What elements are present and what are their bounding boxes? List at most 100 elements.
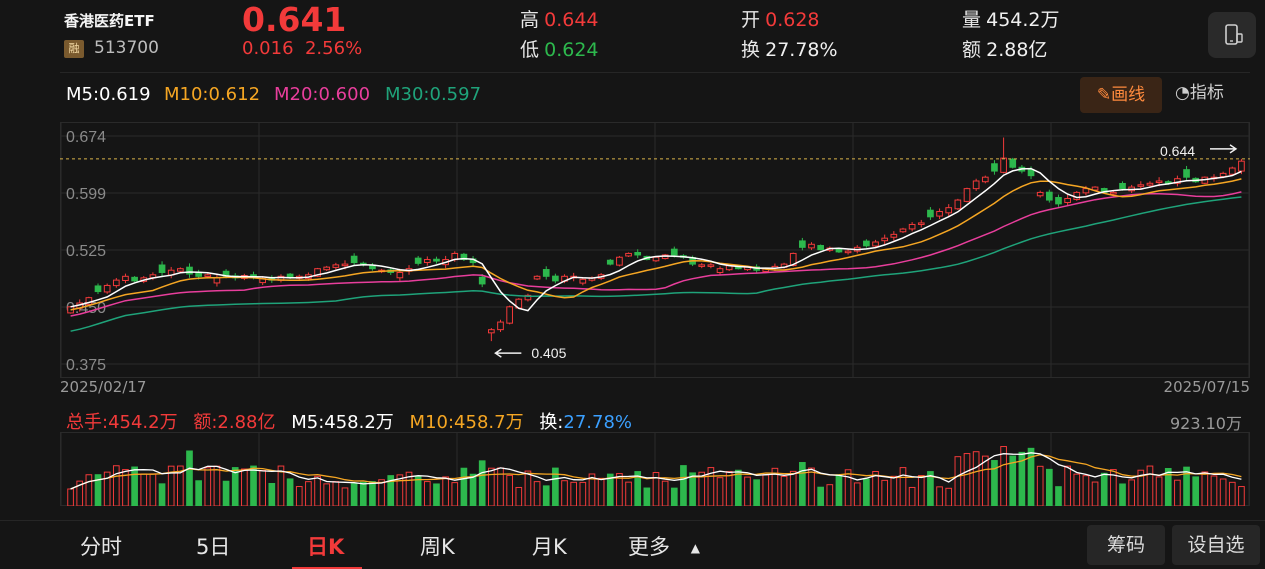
volume-bar-up: [423, 481, 431, 506]
tab-monthly-k[interactable]: 月K: [532, 531, 567, 561]
volume-bar-up: [1210, 475, 1218, 506]
volume-chart[interactable]: [60, 432, 1250, 506]
candle-down: [670, 248, 678, 256]
tab-daily-k[interactable]: 日K: [307, 531, 344, 561]
candle-up: [707, 264, 715, 267]
candle-down: [158, 264, 166, 273]
volume-bar-up: [936, 486, 943, 506]
y-tick-label: 0.599: [66, 186, 106, 203]
header-divider: [60, 72, 1250, 73]
open-label: 开: [741, 9, 761, 31]
volume-bar-up: [259, 470, 267, 506]
volume-bar-down: [131, 466, 138, 506]
vol-turnover-label: 换:: [539, 412, 564, 433]
ma10-label: M10:0.612: [164, 84, 261, 105]
volume-bar-up: [1073, 473, 1081, 506]
candle-up: [177, 268, 184, 272]
candle-up: [323, 266, 331, 271]
volume-bar-down: [268, 482, 276, 506]
volume-bar-down: [478, 460, 486, 506]
volume-bar-up: [908, 486, 916, 506]
volume-bar-up: [890, 475, 898, 506]
more-label: 更多: [628, 535, 670, 559]
volume-bar-up: [1238, 486, 1245, 506]
last-price: 0.641: [242, 0, 347, 39]
volume-bar-up: [314, 475, 321, 506]
candle-up: [954, 199, 962, 210]
tab-more[interactable]: 更多 ▲: [628, 531, 700, 561]
landscape-toggle-button[interactable]: [1208, 12, 1256, 58]
tab-weekly-k[interactable]: 周K: [420, 531, 455, 561]
volume-bar-down: [542, 485, 550, 506]
ma30-label: M30:0.597: [385, 84, 482, 105]
volume-bar-up: [1146, 465, 1154, 506]
add-watchlist-button[interactable]: 设自选: [1172, 525, 1260, 565]
ma30-line: [70, 196, 1242, 332]
chips-button[interactable]: 筹码: [1087, 525, 1165, 565]
volume-bar-up: [899, 467, 907, 506]
candle-up: [112, 279, 120, 287]
tab-intraday[interactable]: 分时: [80, 531, 122, 561]
volume-bar-up: [442, 476, 449, 506]
volume-bar-up: [1082, 475, 1090, 506]
volume-bar-down: [734, 469, 742, 506]
low-label: 低: [520, 39, 540, 61]
volume-bar-up: [1000, 446, 1007, 506]
volume-bar-up: [579, 481, 587, 506]
volume-bar-up: [945, 487, 953, 506]
candle-up: [616, 256, 623, 266]
open-value: 0.628: [765, 9, 820, 31]
draw-line-button[interactable]: ✎画线: [1080, 77, 1162, 113]
volume-bar-down: [799, 462, 806, 506]
candle-down: [1045, 191, 1053, 201]
volume-bar-up: [661, 480, 669, 506]
volume-bar-up: [597, 477, 605, 506]
volume-bar-down: [350, 483, 358, 506]
candle-up: [652, 256, 660, 262]
volume-bar-up: [305, 481, 312, 506]
candle-up: [103, 284, 111, 293]
volume-bar-up: [725, 471, 733, 506]
volume-bar-down: [1119, 483, 1126, 506]
candle-up: [908, 223, 916, 230]
candle-down: [195, 272, 202, 277]
volume-bar-down: [817, 486, 824, 506]
candle-down: [1183, 169, 1190, 178]
candle-up: [1064, 198, 1071, 204]
volume-bar-down: [369, 481, 376, 506]
ma-legend: M5:0.619 M10:0.612 M20:0.600 M30:0.597: [0, 78, 1265, 112]
candlestick-chart[interactable]: 0.6740.5990.5250.4500.3750.6440.405: [60, 122, 1250, 378]
tab-5day[interactable]: 5日: [196, 531, 230, 561]
volume-bar-down: [680, 465, 687, 506]
volume-bar-up: [332, 481, 340, 506]
ma20-label: M20:0.600: [274, 84, 371, 105]
volume-bar-down: [460, 467, 468, 506]
volume-bar-up: [1155, 476, 1163, 506]
vol-ma5: M5:458.2万: [291, 412, 394, 433]
candle-down: [817, 245, 824, 251]
volume-bar-down: [414, 475, 422, 506]
volume-bar-up: [1091, 481, 1099, 506]
volume-bar-up: [204, 467, 212, 506]
volume-bar-up: [853, 482, 861, 506]
candle-down: [350, 255, 358, 264]
volume-bar-up: [140, 473, 148, 506]
candle-up: [423, 259, 431, 264]
indicator-button[interactable]: ◔指标: [1175, 78, 1224, 103]
volume-bar-down: [1100, 472, 1108, 506]
quote-header: 香港医药ETF 融 513700 0.641 0.016 2.56% 高 0.6…: [0, 0, 1265, 72]
volume-bar-up: [1201, 471, 1209, 506]
security-name: 香港医药ETF: [64, 12, 155, 30]
candle-down: [927, 209, 934, 218]
vol-ma10: M10:458.7万: [409, 412, 524, 433]
candle-down: [799, 240, 806, 248]
volume-bar-up: [625, 481, 632, 506]
candle-up: [808, 243, 815, 249]
candle-down: [634, 251, 642, 256]
candle-up: [1146, 182, 1154, 186]
period-tabs: 分时 5日 日K 周K 月K 更多 ▲ 筹码 设自选: [0, 520, 1265, 569]
volume-bar-up: [524, 470, 532, 506]
volume-value: 454.2万: [986, 9, 1060, 31]
volume-bar-up: [323, 483, 331, 506]
volume-bar-up: [744, 476, 751, 506]
